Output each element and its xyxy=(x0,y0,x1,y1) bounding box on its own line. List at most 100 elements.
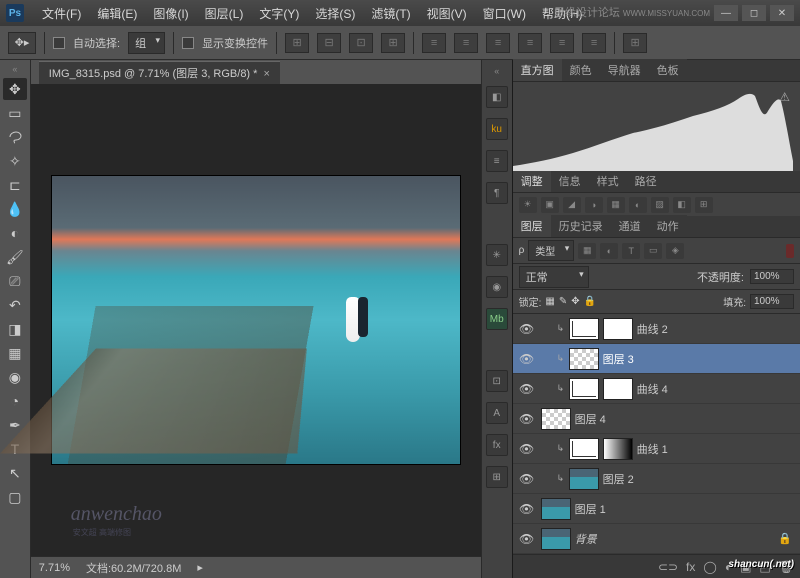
layer-thumbnail[interactable] xyxy=(569,468,599,490)
layer-name[interactable]: 背景 xyxy=(575,531,597,547)
layer-name[interactable]: 图层 4 xyxy=(575,411,606,427)
move-tool-preset-icon[interactable]: ✥▸ xyxy=(8,32,36,54)
lock-pixels-icon[interactable]: ▦ xyxy=(545,296,554,307)
panel-tab[interactable]: 样式 xyxy=(589,170,627,192)
layer-row[interactable]: 👁↳图层 3 xyxy=(513,344,800,374)
visibility-eye-icon[interactable]: 👁 xyxy=(513,532,541,546)
blend-mode-dropdown[interactable]: 正常 xyxy=(519,266,589,288)
panel-icon[interactable]: ¶ xyxy=(486,182,508,204)
filter-icon[interactable]: ▭ xyxy=(644,243,662,259)
visibility-eye-icon[interactable]: 👁 xyxy=(513,472,541,486)
layer-thumbnail[interactable] xyxy=(541,408,571,430)
menu-item[interactable]: 文字(Y) xyxy=(251,5,307,22)
link-layers-icon[interactable]: ⊂⊃ xyxy=(658,560,678,574)
filter-type-dropdown[interactable]: 类型 xyxy=(528,240,574,261)
crop-tool-icon[interactable]: ⊏ xyxy=(3,174,27,196)
tab-close-icon[interactable]: × xyxy=(263,68,269,80)
menu-item[interactable]: 编辑(E) xyxy=(89,5,145,22)
menu-item[interactable]: 滤镜(T) xyxy=(363,5,418,22)
menu-item[interactable]: 视图(V) xyxy=(419,5,475,22)
status-menu-icon[interactable]: ▸ xyxy=(197,561,203,574)
menu-item[interactable]: 选择(S) xyxy=(307,5,363,22)
layer-fx-icon[interactable]: fx xyxy=(686,560,695,574)
lock-all-icon[interactable]: 🔒 xyxy=(584,296,596,307)
visibility-eye-icon[interactable]: 👁 xyxy=(513,412,541,426)
distribute-icon[interactable]: ≡ xyxy=(486,33,510,53)
path-tool-icon[interactable]: ↖ xyxy=(3,462,27,484)
align-icon[interactable]: ⊡ xyxy=(349,33,373,53)
panel-tab[interactable]: 直方图 xyxy=(513,59,562,81)
visibility-eye-icon[interactable]: 👁 xyxy=(513,502,541,516)
adjustment-icon[interactable]: ▨ xyxy=(651,197,669,213)
layer-list[interactable]: 👁↳曲线 2👁↳图层 3👁↳曲线 4👁图层 4👁↳曲线 1👁↳图层 2👁图层 1… xyxy=(513,314,800,554)
wand-tool-icon[interactable]: ✧ xyxy=(3,150,27,172)
panel-icon[interactable]: ✳ xyxy=(486,244,508,266)
layer-name[interactable]: 图层 1 xyxy=(575,501,606,517)
layer-name[interactable]: 曲线 4 xyxy=(637,381,668,397)
distribute-icon[interactable]: ≡ xyxy=(422,33,446,53)
layer-name[interactable]: 图层 3 xyxy=(603,351,634,367)
adjustment-icon[interactable]: ☀ xyxy=(519,197,537,213)
panel-icon[interactable]: ⊞ xyxy=(486,466,508,488)
move-tool-icon[interactable]: ✥ xyxy=(3,78,27,100)
layer-name[interactable]: 曲线 2 xyxy=(637,321,668,337)
panel-tab[interactable]: 动作 xyxy=(649,215,687,237)
filter-icon[interactable]: ◈ xyxy=(666,243,684,259)
maximize-button[interactable]: ◻ xyxy=(742,5,766,21)
panel-tab[interactable]: 导航器 xyxy=(600,59,649,81)
blur-tool-icon[interactable]: ◉ xyxy=(3,366,27,388)
arrange-icon[interactable]: ⊞ xyxy=(623,33,647,53)
align-icon[interactable]: ⊞ xyxy=(285,33,309,53)
layer-thumbnail[interactable] xyxy=(541,528,571,550)
panel-icon[interactable]: ◉ xyxy=(486,276,508,298)
layer-name[interactable]: 曲线 1 xyxy=(637,441,668,457)
minimize-button[interactable]: — xyxy=(714,5,738,21)
panel-icon[interactable]: Mb xyxy=(486,308,508,330)
align-icon[interactable]: ⊟ xyxy=(317,33,341,53)
mask-thumbnail[interactable] xyxy=(603,318,633,340)
canvas-viewport[interactable]: anwenchao 安文超 高端修图 xyxy=(31,84,481,556)
mask-thumbnail[interactable] xyxy=(603,438,633,460)
lock-move-icon[interactable]: ✥ xyxy=(571,296,579,307)
lasso-tool-icon[interactable] xyxy=(3,126,27,148)
layer-thumbnail[interactable] xyxy=(569,348,599,370)
shape-tool-icon[interactable]: ▢ xyxy=(3,486,27,508)
visibility-eye-icon[interactable]: 👁 xyxy=(513,382,541,396)
distribute-icon[interactable]: ≡ xyxy=(518,33,542,53)
marquee-tool-icon[interactable]: ▭ xyxy=(3,102,27,124)
collapse-icon[interactable]: « xyxy=(12,64,17,74)
distribute-icon[interactable]: ≡ xyxy=(582,33,606,53)
opacity-input[interactable] xyxy=(750,269,794,284)
panel-icon[interactable]: ≡ xyxy=(486,150,508,172)
panel-tab[interactable]: 调整 xyxy=(513,170,551,192)
layer-thumbnail[interactable] xyxy=(569,318,599,340)
stamp-tool-icon[interactable]: ⎚ xyxy=(3,270,27,292)
history-brush-icon[interactable]: ↶ xyxy=(3,294,27,316)
distribute-icon[interactable]: ≡ xyxy=(454,33,478,53)
panel-icon[interactable]: ku xyxy=(486,118,508,140)
panel-tab[interactable]: 通道 xyxy=(611,215,649,237)
layer-thumbnail[interactable] xyxy=(569,378,599,400)
layer-name[interactable]: 图层 2 xyxy=(603,471,634,487)
adjustment-icon[interactable]: ▦ xyxy=(607,197,625,213)
auto-select-dropdown[interactable]: 组 xyxy=(128,32,165,54)
layer-row[interactable]: 👁背景🔒 xyxy=(513,524,800,554)
panel-icon[interactable]: ⊡ xyxy=(486,370,508,392)
align-icon[interactable]: ⊞ xyxy=(381,33,405,53)
visibility-eye-icon[interactable]: 👁 xyxy=(513,322,541,336)
panel-tab[interactable]: 信息 xyxy=(551,170,589,192)
visibility-eye-icon[interactable]: 👁 xyxy=(513,352,541,366)
panel-icon[interactable]: ◧ xyxy=(486,86,508,108)
filter-icon[interactable]: T xyxy=(622,243,640,259)
panel-tab[interactable]: 色板 xyxy=(649,59,687,81)
filter-icon[interactable]: ◐ xyxy=(600,243,618,259)
adjustment-icon[interactable]: ◑ xyxy=(585,197,603,213)
heal-tool-icon[interactable]: ◐ xyxy=(3,222,27,244)
adjustment-icon[interactable]: ⊞ xyxy=(695,197,713,213)
gradient-tool-icon[interactable]: ▦ xyxy=(3,342,27,364)
panel-tab[interactable]: 历史记录 xyxy=(551,215,611,237)
layer-row[interactable]: 👁 图层 1 xyxy=(513,494,800,524)
adjustment-icon[interactable]: ◐ xyxy=(629,197,647,213)
layer-row[interactable]: 👁↳曲线 1 xyxy=(513,434,800,464)
brush-tool-icon[interactable]: 🖌 xyxy=(3,246,27,268)
